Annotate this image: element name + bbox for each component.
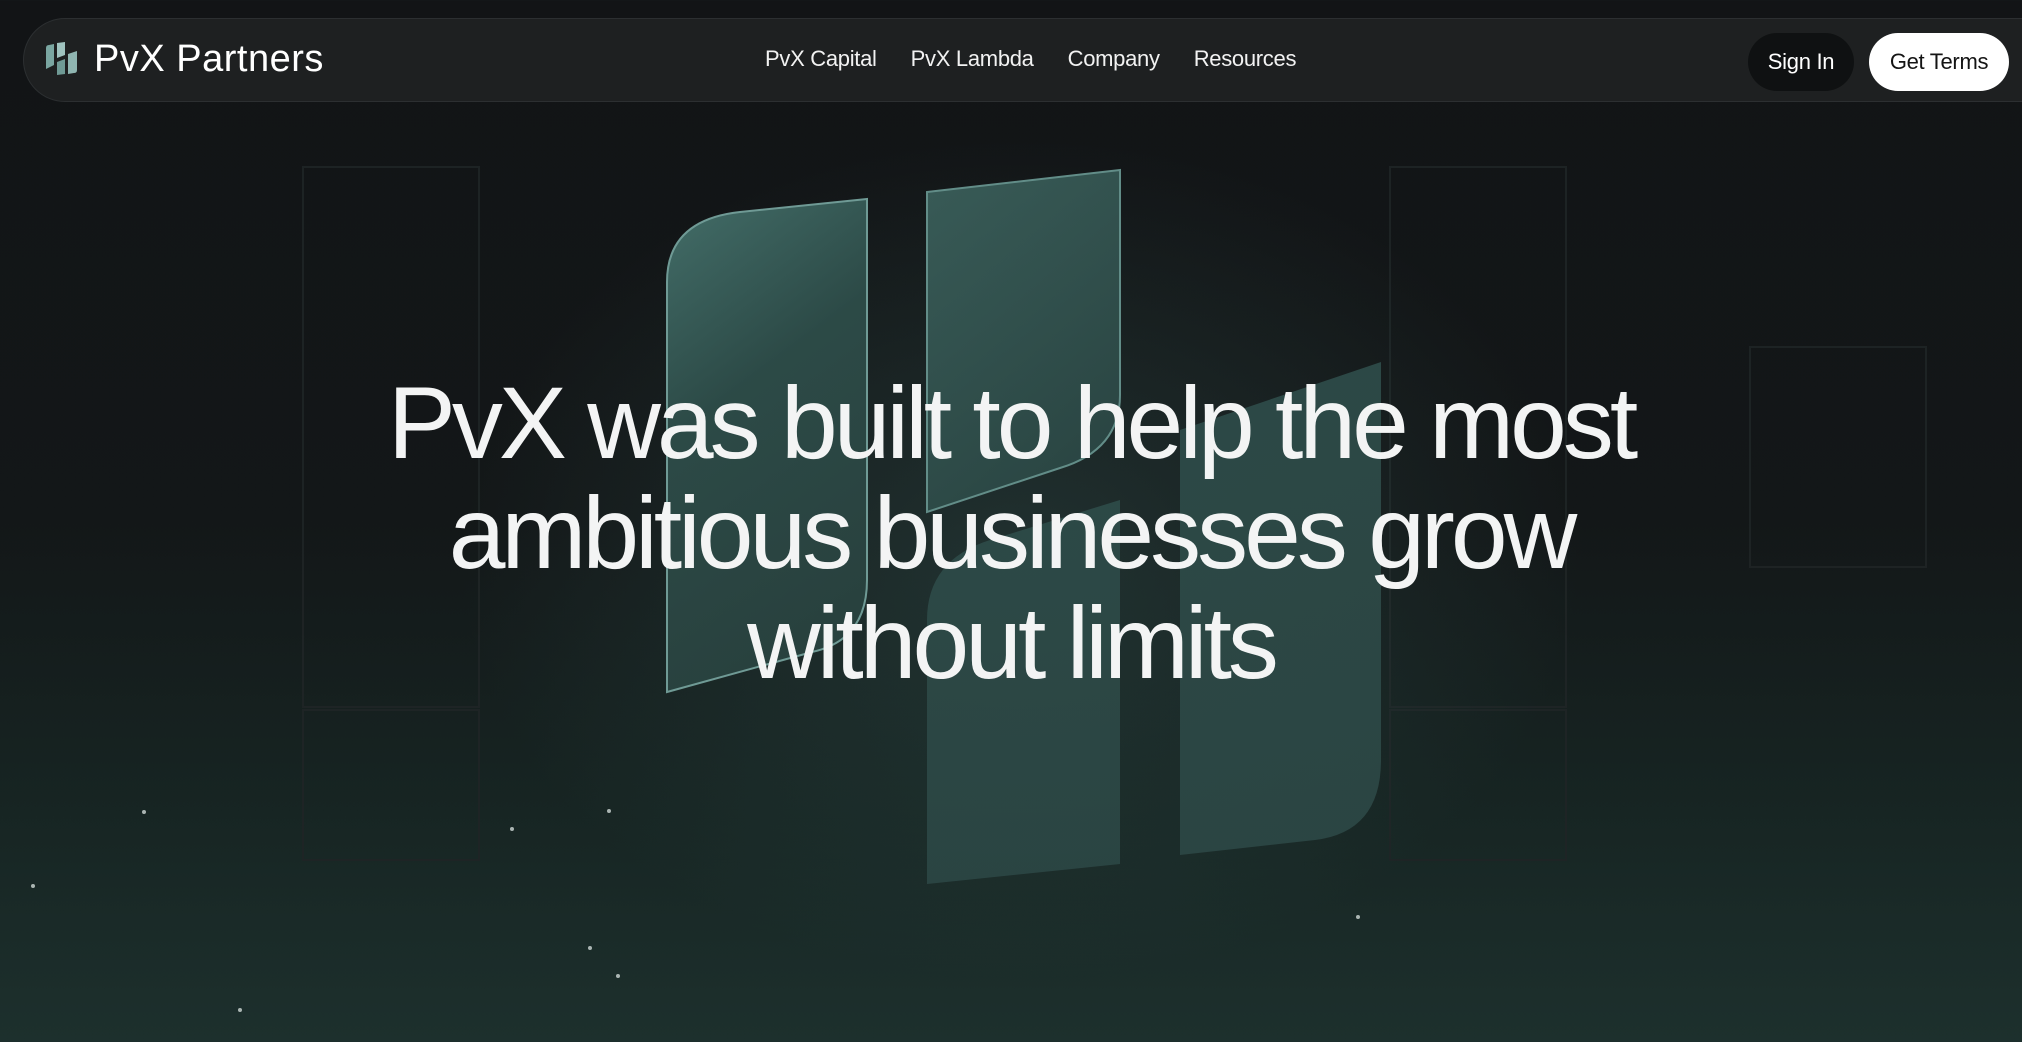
- nav-link-resources[interactable]: Resources: [1194, 46, 1297, 71]
- nav-link-pvx-capital[interactable]: PvX Capital: [765, 46, 877, 71]
- brand[interactable]: PvX Partners: [44, 40, 324, 78]
- nav-link-company[interactable]: Company: [1068, 46, 1160, 71]
- get-terms-button[interactable]: Get Terms: [1869, 33, 2009, 91]
- pvx-bars-logo-icon: [46, 42, 77, 75]
- brand-name: PvX Partners: [94, 38, 324, 80]
- nav-link-pvx-lambda[interactable]: PvX Lambda: [911, 46, 1034, 71]
- hero-heading: PvX was built to help the most ambitious…: [387, 366, 1638, 700]
- sign-in-button[interactable]: Sign In: [1748, 33, 1854, 91]
- main-nav: PvX Capital PvX Lambda Company Resources: [765, 46, 1297, 71]
